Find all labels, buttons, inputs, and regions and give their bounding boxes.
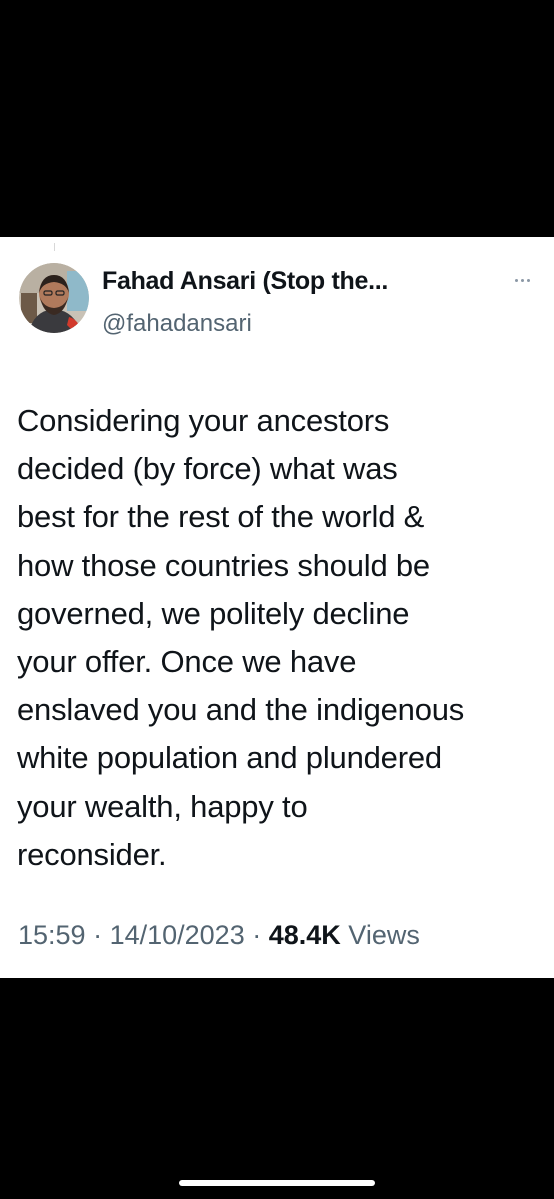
tweet-date[interactable]: 14/10/2023 xyxy=(110,920,245,950)
profile-photo-icon xyxy=(19,263,89,333)
tweet-text-line: how those countries should be xyxy=(17,547,430,583)
tweet-text-line: reconsider. xyxy=(17,836,167,872)
avatar[interactable] xyxy=(19,263,89,333)
tweet-text-line: white population and plundered xyxy=(17,740,442,776)
tweet-text-line: your offer. Once we have xyxy=(17,644,357,680)
meta-separator: · xyxy=(244,920,269,950)
tweet-text-line: governed, we politely decline xyxy=(17,595,410,631)
tweet-text-line: decided (by force) what was xyxy=(17,451,398,487)
views-label: Views xyxy=(348,920,420,950)
author-name[interactable]: Fahad Ansari (Stop the... xyxy=(102,267,388,296)
tweet-text-line: best for the rest of the world & xyxy=(17,499,425,535)
home-indicator[interactable] xyxy=(179,1180,375,1186)
meta-separator: · xyxy=(85,920,110,950)
divider xyxy=(54,243,55,251)
tweet-text-line: your wealth, happy to xyxy=(17,788,308,824)
author-handle[interactable]: @fahadansari xyxy=(102,310,252,338)
views-count[interactable]: 48.4K xyxy=(269,920,341,950)
tweet-text-line: Considering your ancestors xyxy=(17,403,390,438)
more-options-button[interactable] xyxy=(508,273,536,287)
screen: Fahad Ansari (Stop the... @fahadansari C… xyxy=(0,0,554,1199)
more-options-icon-dot xyxy=(520,278,524,282)
tweet-meta: 15:59 · 14/10/2023 · 48.4K Views xyxy=(18,920,420,951)
tweet-time[interactable]: 15:59 xyxy=(18,920,86,950)
more-options-icon xyxy=(514,278,518,282)
tweet-card: Fahad Ansari (Stop the... @fahadansari C… xyxy=(0,237,554,978)
more-options-icon-dot xyxy=(526,278,530,282)
tweet-text: Considering your ancestors decided (by f… xyxy=(17,397,542,879)
tweet-text-line: enslaved you and the indigenous xyxy=(17,692,465,728)
